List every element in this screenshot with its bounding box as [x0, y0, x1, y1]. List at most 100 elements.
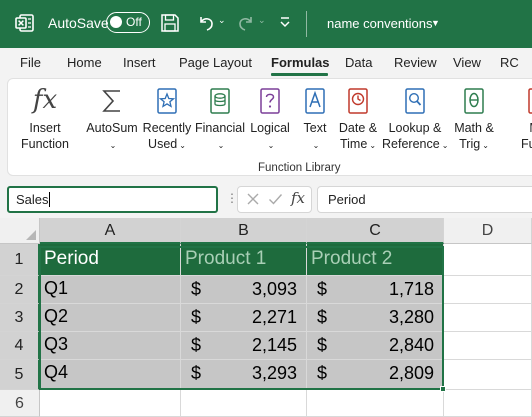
- cell-c6[interactable]: [307, 390, 444, 417]
- insert-function-fx-icon[interactable]: fx: [291, 189, 305, 207]
- financial-button[interactable]: Financial ⌄: [195, 79, 245, 155]
- row-header-1[interactable]: 1: [0, 244, 40, 276]
- enter-check-icon[interactable]: [268, 192, 283, 206]
- text-dropdown-icon[interactable]: ⌄: [299, 137, 331, 151]
- cell-a5[interactable]: Q4: [40, 360, 181, 390]
- row-header-5[interactable]: 5: [0, 360, 40, 390]
- insert-function-label-2: Function: [21, 137, 69, 151]
- formula-input[interactable]: Period: [317, 186, 532, 213]
- currency-symbol: $: [191, 363, 202, 383]
- cell-c4[interactable]: $2,840: [307, 332, 444, 360]
- cell-a2[interactable]: Q1: [40, 276, 181, 304]
- cell-b6[interactable]: [181, 390, 307, 417]
- cell-c1-text: Product 2: [311, 248, 393, 269]
- cell-c5[interactable]: $2,809: [307, 360, 444, 390]
- currency-symbol: $: [317, 363, 328, 383]
- autosum-button[interactable]: AutoSum ⌄: [85, 79, 139, 155]
- column-header-c[interactable]: C: [307, 218, 444, 244]
- cell-d6[interactable]: [444, 390, 532, 417]
- cell-a4-text: Q3: [44, 334, 69, 354]
- document-title[interactable]: name conventions: [327, 16, 433, 31]
- column-header-d[interactable]: D: [444, 218, 532, 244]
- insert-function-label: Insert: [29, 121, 61, 135]
- cell-d1[interactable]: [444, 244, 532, 276]
- cancel-icon[interactable]: [246, 192, 260, 206]
- customize-toolbar-icon[interactable]: [279, 15, 291, 29]
- tab-insert[interactable]: Insert: [123, 55, 156, 70]
- cell-a1[interactable]: Period: [40, 244, 181, 276]
- tab-file[interactable]: File: [20, 55, 41, 70]
- cell-a6[interactable]: [40, 390, 181, 417]
- cell-d2[interactable]: [444, 276, 532, 304]
- name-box[interactable]: Sales: [7, 186, 218, 213]
- cell-c5-value: 2,809: [388, 363, 434, 383]
- cell-a4[interactable]: Q3: [40, 332, 181, 360]
- redo-icon[interactable]: [236, 13, 256, 33]
- fill-handle[interactable]: [440, 386, 446, 392]
- row-header-6[interactable]: 6: [0, 390, 40, 417]
- cell-b5[interactable]: $3,293: [181, 360, 307, 390]
- financial-label: Financial: [195, 121, 246, 135]
- cell-d4[interactable]: [444, 332, 532, 360]
- row-header-4[interactable]: 4: [0, 332, 40, 360]
- tab-rc[interactable]: RC: [500, 55, 519, 70]
- autosave-toggle[interactable]: Off: [106, 12, 150, 33]
- math-trig-button[interactable]: Math & Trig ⌄: [448, 79, 500, 155]
- autosum-label: AutoSum: [86, 121, 138, 135]
- column-header-a[interactable]: A: [40, 218, 181, 244]
- cell-c3[interactable]: $3,280: [307, 304, 444, 332]
- tab-formulas[interactable]: Formulas: [271, 55, 330, 70]
- cell-b1-text: Product 1: [185, 248, 267, 269]
- tab-home[interactable]: Home: [67, 55, 102, 70]
- tab-data[interactable]: Data: [345, 55, 372, 70]
- title-bar: AutoSave Off ⌄ ⌄ name conventions ▼: [0, 0, 532, 48]
- financial-dropdown-icon[interactable]: ⌄: [195, 137, 245, 151]
- lookup-reference-button[interactable]: Lookup & Reference ⌄: [382, 79, 448, 155]
- date-time-label-2: Time ⌄: [339, 137, 377, 151]
- cell-a1-text: Period: [44, 248, 99, 269]
- cell-b4[interactable]: $2,145: [181, 332, 307, 360]
- star-book-icon: [157, 88, 177, 114]
- row-header-2[interactable]: 2: [0, 276, 40, 304]
- redo-dropdown-icon[interactable]: ⌄: [258, 15, 266, 26]
- row-header-3[interactable]: 3: [0, 304, 40, 332]
- column-header-b[interactable]: B: [181, 218, 307, 244]
- autosum-dropdown-icon[interactable]: ⌄: [85, 137, 139, 151]
- undo-dropdown-icon[interactable]: ⌄: [218, 15, 226, 26]
- excel-logo-icon[interactable]: [15, 13, 35, 33]
- function-library-group: fx Insert Function AutoSum ⌄ Recently Us…: [7, 78, 532, 176]
- save-icon[interactable]: [160, 13, 180, 33]
- cell-d3[interactable]: [444, 304, 532, 332]
- currency-symbol: $: [191, 279, 202, 299]
- tab-view[interactable]: View: [453, 55, 481, 70]
- title-dropdown-icon[interactable]: ▼: [431, 18, 440, 28]
- recently-used-button[interactable]: Recently Used ⌄: [141, 79, 193, 155]
- text-button[interactable]: Text ⌄: [299, 79, 331, 155]
- cell-c2-value: 1,718: [388, 279, 434, 299]
- fx-icon: fx: [32, 85, 58, 115]
- tab-page-layout[interactable]: Page Layout: [179, 55, 252, 70]
- more-book-icon: [528, 88, 532, 114]
- currency-symbol: $: [191, 307, 202, 327]
- tab-review[interactable]: Review: [394, 55, 437, 70]
- cell-b1[interactable]: Product 1: [181, 244, 307, 276]
- text-cursor: [48, 192, 50, 207]
- logical-label: Logical: [250, 121, 290, 135]
- cell-b3[interactable]: $2,271: [181, 304, 307, 332]
- theta-book-icon: [464, 88, 484, 114]
- undo-icon[interactable]: [196, 13, 216, 33]
- date-time-button[interactable]: Date & Time ⌄: [336, 79, 380, 155]
- cell-c1[interactable]: Product 2: [307, 244, 444, 276]
- more-functions-label: Mo: [508, 121, 532, 135]
- worksheet-grid: A B C D 1 2 3 4 5 6 Period Product 1 Pro…: [0, 218, 532, 417]
- cell-c2[interactable]: $1,718: [307, 276, 444, 304]
- more-functions-button[interactable]: Mo Functi: [508, 79, 532, 155]
- cell-b2[interactable]: $3,093: [181, 276, 307, 304]
- cell-d5[interactable]: [444, 360, 532, 390]
- select-all-corner[interactable]: [0, 218, 40, 244]
- logical-dropdown-icon[interactable]: ⌄: [248, 137, 292, 151]
- question-book-icon: [260, 88, 280, 114]
- cell-a3[interactable]: Q2: [40, 304, 181, 332]
- logical-button[interactable]: Logical ⌄: [248, 79, 292, 155]
- insert-function-button[interactable]: fx Insert Function: [9, 79, 81, 155]
